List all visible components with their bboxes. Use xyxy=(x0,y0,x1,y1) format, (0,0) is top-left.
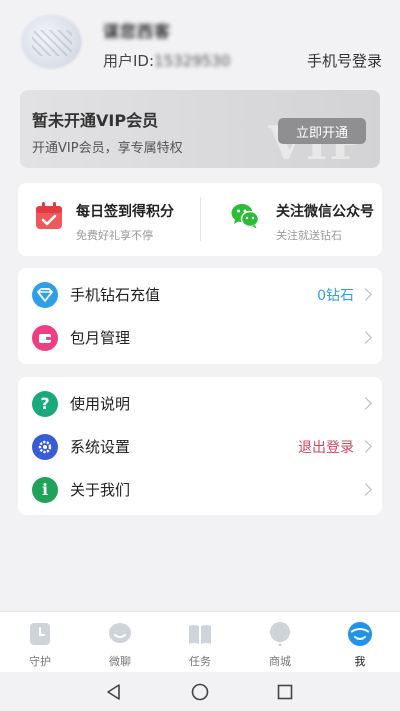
clock-icon xyxy=(30,623,50,645)
chat-icon xyxy=(109,623,131,643)
diamond-icon xyxy=(32,281,58,308)
nickname: 谋您西客 xyxy=(103,22,172,41)
user-id-value: 15329530 xyxy=(154,52,231,70)
monthly-subscription-row[interactable]: 包月管理 xyxy=(18,316,382,359)
wechat-subtitle: 关注就送钻石 xyxy=(276,229,342,242)
avatar[interactable] xyxy=(20,14,83,70)
tab-guard-label: 守护 xyxy=(29,655,51,668)
chevron-right-icon xyxy=(359,331,372,344)
recents-icon[interactable] xyxy=(275,682,295,702)
tab-tasks-label: 任务 xyxy=(189,655,211,668)
activate-vip-button[interactable]: 立即开通 xyxy=(278,118,366,144)
follow-wechat-shortcut[interactable]: 关注微信公众号 关注就送钻石 xyxy=(200,183,382,256)
tab-tasks[interactable]: 任务 xyxy=(160,612,240,672)
book-icon xyxy=(189,625,211,644)
checkin-subtitle: 免费好礼享不停 xyxy=(76,229,153,242)
daily-checkin-shortcut[interactable]: 每日签到得积分 免费好礼享不停 xyxy=(18,183,200,256)
diamond-recharge-row[interactable]: 手机钻石充值 0钻石 xyxy=(18,273,382,316)
profile-icon xyxy=(348,622,372,646)
balloon-icon xyxy=(270,622,290,646)
system-settings-label: 系统设置 xyxy=(70,438,131,456)
back-icon[interactable] xyxy=(104,682,124,702)
profile-header: 谋您西客 用户ID:15329530 手机号登录 xyxy=(0,0,400,82)
vip-title: 暂未开通VIP会员 xyxy=(32,111,159,130)
settings-menu-card: ? 使用说明 系统设置 退出登录 i 关于我们 xyxy=(18,377,382,515)
monthly-subscription-label: 包月管理 xyxy=(70,329,131,347)
calendar-icon xyxy=(36,202,62,229)
chevron-right-icon xyxy=(359,483,372,496)
diamond-recharge-label: 手机钻石充值 xyxy=(70,286,161,304)
account-menu-card: 手机钻石充值 0钻石 包月管理 xyxy=(18,268,382,364)
chevron-right-icon xyxy=(359,397,372,410)
shortcut-panel: 每日签到得积分 免费好礼享不停 关注微信公众号 关注就送钻石 xyxy=(18,183,382,256)
tab-me-label: 我 xyxy=(354,655,366,668)
gear-icon xyxy=(32,433,58,460)
wechat-title: 关注微信公众号 xyxy=(276,204,374,220)
vip-card[interactable]: VIP 暂未开通VIP会员 开通VIP会员，享专属特权 立即开通 xyxy=(20,90,380,168)
user-id: 用户ID:15329530 xyxy=(103,50,230,71)
usage-guide-label: 使用说明 xyxy=(70,395,131,413)
logout-link[interactable]: 退出登录 xyxy=(298,437,354,457)
tab-store[interactable]: 商城 xyxy=(240,612,320,672)
tab-guard[interactable]: 守护 xyxy=(0,612,80,672)
about-us-label: 关于我们 xyxy=(70,481,131,499)
tab-me[interactable]: 我 xyxy=(320,612,400,672)
chevron-right-icon xyxy=(359,440,372,453)
checkin-title: 每日签到得积分 xyxy=(76,204,174,220)
phone-login-link[interactable]: 手机号登录 xyxy=(307,50,382,71)
about-us-row[interactable]: i 关于我们 xyxy=(18,468,382,511)
user-id-label: 用户ID: xyxy=(103,52,155,70)
info-icon: i xyxy=(32,476,58,503)
wallet-icon xyxy=(32,324,58,351)
system-navigation-bar xyxy=(0,672,400,711)
bottom-tab-bar: 守护 微聊 任务 商城 我 xyxy=(0,611,400,672)
home-icon[interactable] xyxy=(190,682,210,702)
usage-guide-row[interactable]: ? 使用说明 xyxy=(18,382,382,425)
question-icon: ? xyxy=(32,390,58,417)
diamond-balance: 0钻石 xyxy=(317,287,354,304)
chevron-right-icon xyxy=(359,288,372,301)
tab-store-label: 商城 xyxy=(269,655,291,668)
wechat-icon xyxy=(231,204,260,229)
tab-chat-label: 微聊 xyxy=(109,655,131,668)
vip-subtitle: 开通VIP会员，享专属特权 xyxy=(32,141,183,156)
system-settings-row[interactable]: 系统设置 退出登录 xyxy=(18,425,382,468)
tab-chat[interactable]: 微聊 xyxy=(80,612,160,672)
